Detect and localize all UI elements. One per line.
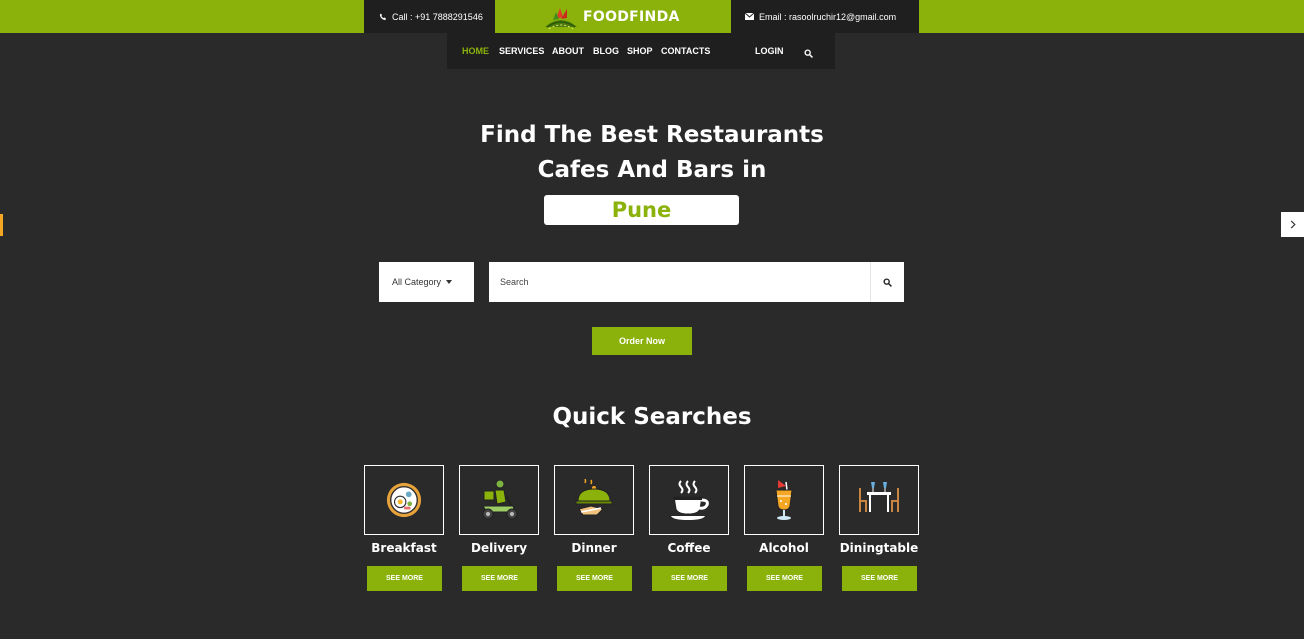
coffee-cup-icon xyxy=(671,480,709,520)
call-info: Call : +91 7888291546 xyxy=(364,0,495,33)
call-text: Call : +91 7888291546 xyxy=(392,11,483,22)
quick-card-icon-box[interactable] xyxy=(744,465,824,535)
dining-table-icon xyxy=(859,482,899,512)
nav-home[interactable]: HOME xyxy=(462,33,489,69)
nav-blog[interactable]: BLOG xyxy=(593,33,619,69)
hero-heading-line2: Cafes And Bars in xyxy=(537,157,767,183)
quick-card-diningtable: Diningtable SEE MORE xyxy=(839,465,919,591)
category-label: All Category xyxy=(392,277,442,287)
main-nav: HOME SERVICES ABOUT BLOG SHOP CONTACTS L… xyxy=(447,33,835,69)
nav-contacts[interactable]: CONTACTS xyxy=(661,33,710,69)
nav-login[interactable]: LOGIN xyxy=(755,33,784,69)
search-icon xyxy=(883,277,892,287)
email-text: Email : rasoolruchir12@gmail.com xyxy=(759,11,897,22)
see-more-button[interactable]: SEE MORE xyxy=(652,566,727,591)
see-more-button[interactable]: SEE MORE xyxy=(557,566,632,591)
side-marker xyxy=(0,214,3,236)
email-info: Email : rasoolruchir12@gmail.com xyxy=(731,0,919,33)
caret-down-icon xyxy=(446,280,453,284)
quick-card-icon-box[interactable] xyxy=(364,465,444,535)
hero-heading-line1: Find The Best Restaurants xyxy=(480,122,824,148)
quick-card-icon-box[interactable] xyxy=(839,465,919,535)
see-more-button[interactable]: SEE MORE xyxy=(842,566,917,591)
logo[interactable]: FOODFINDA xyxy=(543,2,680,31)
nav-shop[interactable]: SHOP xyxy=(627,33,653,69)
quick-searches-title: Quick Searches xyxy=(552,404,752,430)
city-name: Pune xyxy=(544,195,739,225)
quick-card-icon-box[interactable] xyxy=(649,465,729,535)
nav-about[interactable]: ABOUT xyxy=(552,33,584,69)
chevron-right-icon xyxy=(1290,220,1296,229)
nav-search-icon[interactable] xyxy=(804,45,813,63)
delivery-scooter-icon xyxy=(482,479,518,520)
quick-card-coffee: Coffee SEE MORE xyxy=(649,465,729,591)
see-more-button[interactable]: SEE MORE xyxy=(747,566,822,591)
logo-icon xyxy=(545,7,577,29)
brand-name: FOODFINDA xyxy=(583,8,680,25)
dinner-cloche-icon xyxy=(575,479,613,516)
quick-card-delivery: Delivery SEE MORE xyxy=(459,465,539,591)
quick-card-alcohol: Alcohol SEE MORE xyxy=(744,465,824,591)
order-now-button[interactable]: Order Now xyxy=(592,327,692,355)
quick-card-icon-box[interactable] xyxy=(459,465,539,535)
cocktail-icon xyxy=(775,480,793,520)
see-more-button[interactable]: SEE MORE xyxy=(367,566,442,591)
category-dropdown[interactable]: All Category xyxy=(379,262,474,302)
phone-icon xyxy=(379,13,386,20)
envelope-icon xyxy=(745,13,754,20)
quick-card-dinner: Dinner SEE MORE xyxy=(554,465,634,591)
breakfast-icon xyxy=(386,482,422,518)
quick-card-icon-box[interactable] xyxy=(554,465,634,535)
search-button[interactable] xyxy=(870,262,904,302)
search-input[interactable] xyxy=(489,262,870,302)
nav-services[interactable]: SERVICES xyxy=(499,33,544,69)
slider-next-button[interactable] xyxy=(1281,212,1304,237)
quick-card-breakfast: Breakfast SEE MORE xyxy=(364,465,444,591)
quick-card-label: Diningtable xyxy=(839,541,919,555)
see-more-button[interactable]: SEE MORE xyxy=(462,566,537,591)
